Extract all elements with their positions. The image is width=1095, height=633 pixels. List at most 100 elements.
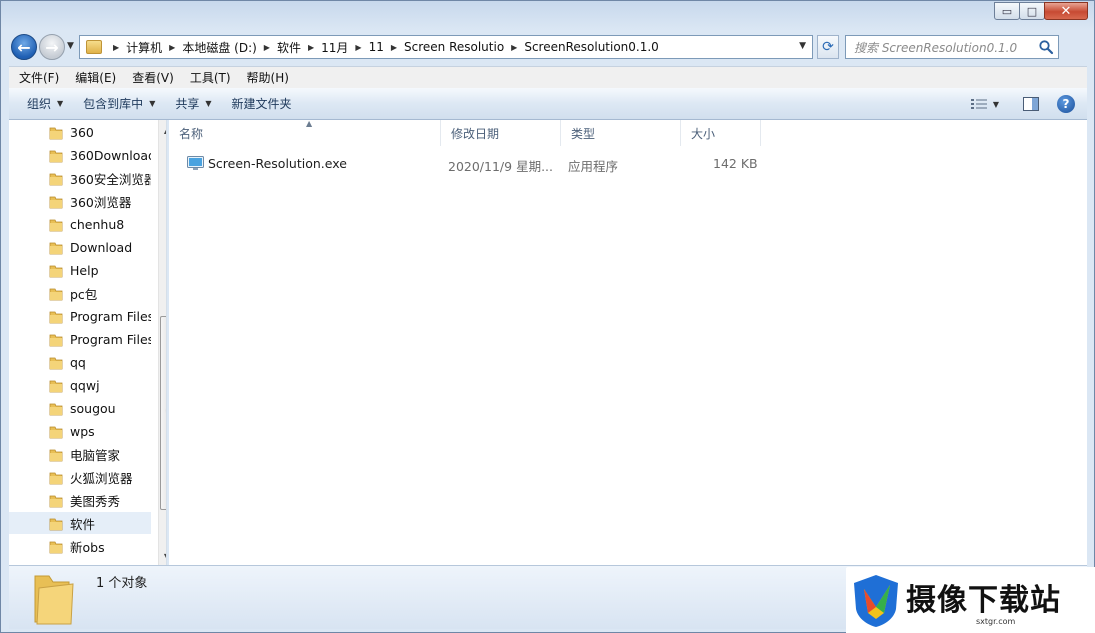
tree-item[interactable]: 美图秀秀	[9, 489, 151, 511]
tree-item[interactable]: Download	[9, 236, 151, 258]
chevron-right-icon[interactable]: ▶	[113, 43, 119, 52]
menu-view[interactable]: 查看(V)	[124, 69, 182, 86]
tree-scrollbar[interactable]: ▲ ≡ ▼	[158, 120, 166, 565]
breadcrumb-11[interactable]: 11	[369, 36, 384, 58]
search-input[interactable]: 搜索 ScreenResolution0.1.0	[845, 35, 1059, 59]
menu-edit[interactable]: 编辑(E)	[67, 69, 124, 86]
breadcrumb-november[interactable]: 11月	[321, 36, 348, 58]
search-placeholder: 搜索 ScreenResolution0.1.0	[854, 40, 1018, 55]
tree-item-label: 美图秀秀	[70, 493, 121, 509]
watermark-domain: sxtgr.com	[976, 617, 1016, 626]
share-button[interactable]: 共享 ▼	[165, 92, 221, 116]
breadcrumb-software[interactable]: 软件	[277, 36, 301, 58]
tree-item[interactable]: 360安全浏览器	[9, 167, 151, 189]
preview-pane-button[interactable]	[1019, 93, 1043, 115]
tree-item-label: sougou	[70, 400, 116, 416]
folder-icon	[49, 311, 63, 324]
menu-bar: 文件(F) 编辑(E) 查看(V) 工具(T) 帮助(H)	[9, 66, 1087, 88]
chevron-right-icon[interactable]: ▶	[511, 43, 517, 52]
folder-icon	[49, 541, 63, 554]
minimize-button[interactable]: ▭	[994, 2, 1020, 20]
menu-tools[interactable]: 工具(T)	[182, 69, 239, 86]
include-in-library-button[interactable]: 包含到库中 ▼	[73, 92, 165, 116]
watermark-logo-icon	[854, 575, 898, 627]
search-icon[interactable]	[1038, 39, 1054, 55]
menu-help[interactable]: 帮助(H)	[239, 69, 297, 86]
maximize-button[interactable]: □	[1019, 2, 1045, 20]
organize-button[interactable]: 组织 ▼	[17, 92, 73, 116]
tree-item[interactable]: qq	[9, 351, 151, 373]
breadcrumb-current-folder[interactable]: ScreenResolution0.1.0	[524, 36, 659, 58]
tree-item[interactable]: Program Files	[9, 305, 151, 327]
address-history-dropdown-icon[interactable]: ▼	[799, 41, 806, 51]
address-bar[interactable]: ▶ 计算机 ▶ 本地磁盘 (D:) ▶ 软件 ▶ 11月 ▶ 11 ▶ Scre…	[79, 35, 813, 59]
tree-item-label: Download	[70, 239, 133, 255]
column-header-modified[interactable]: 修改日期	[441, 120, 561, 146]
scroll-thumb[interactable]: ≡	[160, 316, 166, 510]
sort-ascending-icon: ▲	[306, 119, 313, 128]
breadcrumb-computer[interactable]: 计算机	[126, 36, 162, 58]
menu-file[interactable]: 文件(F)	[11, 69, 67, 86]
forward-button[interactable]: →	[39, 34, 65, 60]
column-header-type[interactable]: 类型	[561, 120, 681, 146]
tree-item[interactable]: qqwj	[9, 374, 151, 396]
back-button[interactable]: ←	[11, 34, 37, 60]
tree-item-label: qq	[70, 354, 86, 370]
breadcrumb-drive-d[interactable]: 本地磁盘 (D:)	[182, 36, 256, 58]
tree-item[interactable]: Program Files	[9, 328, 151, 350]
tree-item[interactable]: 软件	[9, 512, 151, 534]
title-bar[interactable]: ▭ □ ✕	[1, 1, 1094, 31]
share-label: 共享	[175, 97, 200, 111]
tree-item-label: 电脑管家	[70, 447, 121, 463]
column-header-size[interactable]: 大小	[681, 120, 761, 146]
chevron-right-icon[interactable]: ▶	[169, 43, 175, 52]
folder-icon	[49, 219, 63, 232]
folder-icon	[49, 449, 63, 462]
folder-icon	[49, 242, 63, 255]
folder-icon	[49, 127, 63, 140]
folder-icon	[34, 575, 74, 625]
tree-item[interactable]: chenhu8	[9, 213, 151, 235]
tree-item[interactable]: 360Download	[9, 144, 151, 166]
item-count: 1 个对象	[96, 576, 148, 591]
tree-item-label: 360Download	[70, 147, 151, 163]
tree-item[interactable]: Help	[9, 259, 151, 281]
close-button[interactable]: ✕	[1044, 2, 1088, 20]
folder-icon	[49, 196, 63, 209]
tree-item-label: 360	[70, 124, 94, 140]
tree-item-label: 火狐浏览器	[70, 470, 133, 486]
breadcrumb-screen-resolutio[interactable]: Screen Resolutio	[404, 36, 504, 58]
tree-item[interactable]: 火狐浏览器	[9, 466, 151, 488]
column-header-name[interactable]: 名称 ▲	[169, 119, 441, 146]
tree-item[interactable]: 360浏览器	[9, 190, 151, 212]
chevron-down-icon: ▼	[205, 99, 212, 108]
file-modified: 2020/11/9 星期...	[448, 159, 553, 174]
chevron-right-icon[interactable]: ▶	[308, 43, 314, 52]
tree-item[interactable]: wps	[9, 420, 151, 442]
tree-item[interactable]: 电脑管家	[9, 443, 151, 465]
tree-item[interactable]: 新obs	[9, 535, 151, 557]
chevron-right-icon[interactable]: ▶	[355, 43, 361, 52]
folder-icon	[49, 357, 63, 370]
tree-item[interactable]: pc包	[9, 282, 151, 304]
refresh-button[interactable]: ⟳	[817, 35, 839, 59]
scroll-down-arrow[interactable]: ▼	[159, 548, 166, 564]
command-bar-right: ▼ ?	[965, 93, 1075, 115]
navigation-bar: ← → ▼ ▶ 计算机 ▶ 本地磁盘 (D:) ▶ 软件 ▶ 11月 ▶ 11 …	[9, 33, 1089, 61]
scroll-up-arrow[interactable]: ▲	[159, 122, 166, 138]
file-row[interactable]: Screen-Resolution.exe 2020/11/9 星期... 应用…	[183, 153, 783, 175]
file-size: 142 KB	[713, 156, 758, 171]
tree-item-label: pc包	[70, 286, 98, 302]
change-view-button[interactable]: ▼	[965, 93, 1005, 115]
recent-pages-dropdown-icon[interactable]: ▼	[67, 41, 74, 51]
help-button[interactable]: ?	[1057, 95, 1075, 113]
tree-item-label: Program Files	[70, 308, 151, 324]
folder-icon	[49, 265, 63, 278]
folder-icon	[49, 334, 63, 347]
folder-icon	[49, 518, 63, 531]
chevron-right-icon[interactable]: ▶	[264, 43, 270, 52]
new-folder-button[interactable]: 新建文件夹	[222, 92, 302, 116]
tree-item[interactable]: sougou	[9, 397, 151, 419]
chevron-right-icon[interactable]: ▶	[391, 43, 397, 52]
tree-item[interactable]: 360	[9, 121, 151, 143]
